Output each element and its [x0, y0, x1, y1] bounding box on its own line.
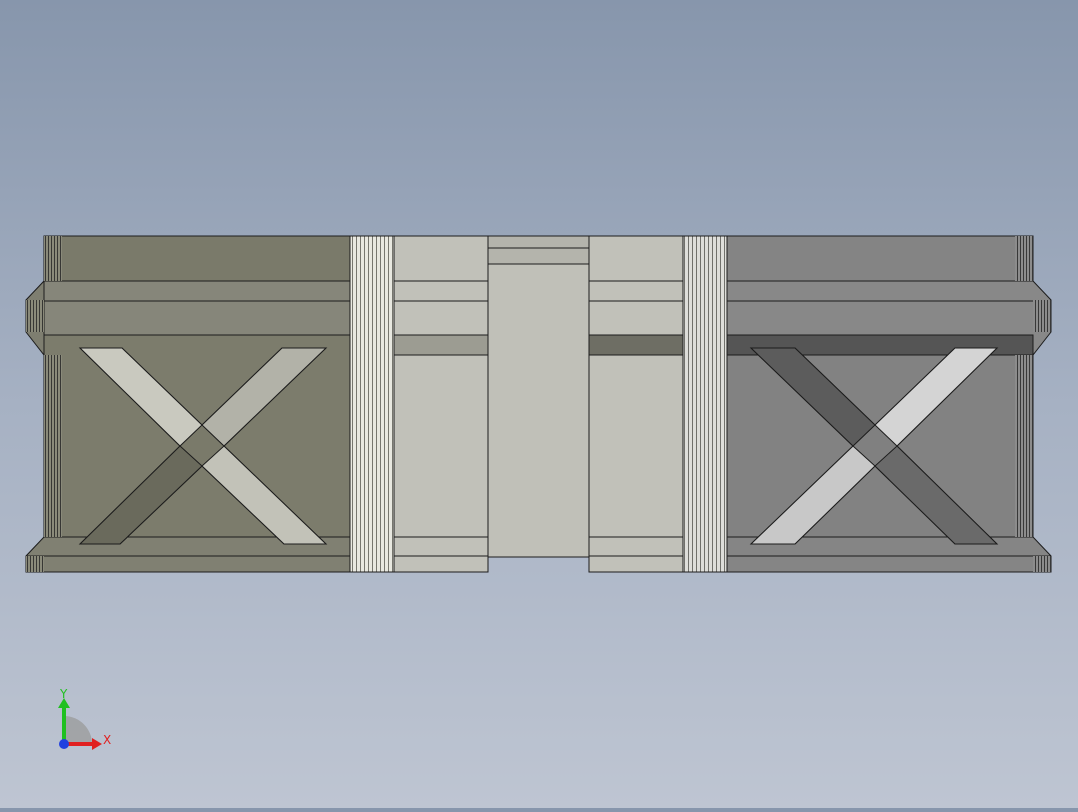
left-inner-face [393, 235, 489, 573]
x-axis-label: X [103, 733, 111, 747]
3d-viewport[interactable] [0, 0, 1078, 808]
model-part[interactable] [25, 235, 1052, 573]
left-block[interactable] [25, 235, 489, 573]
left-upper-collar [25, 280, 351, 336]
center-face [487, 263, 590, 558]
model-canvas[interactable] [0, 0, 1078, 808]
left-top-band [43, 235, 351, 282]
right-inner-face [588, 235, 684, 573]
right-block[interactable] [588, 235, 1052, 573]
triad-quadrant [64, 716, 92, 744]
axis-triad[interactable]: Y X [50, 686, 120, 756]
y-axis-label: Y [59, 687, 68, 701]
z-axis-dot [59, 739, 69, 749]
left-rib-strip [349, 235, 395, 573]
right-top-band [726, 235, 1034, 282]
right-rib-strip [682, 235, 728, 573]
center-channel[interactable] [487, 235, 590, 558]
